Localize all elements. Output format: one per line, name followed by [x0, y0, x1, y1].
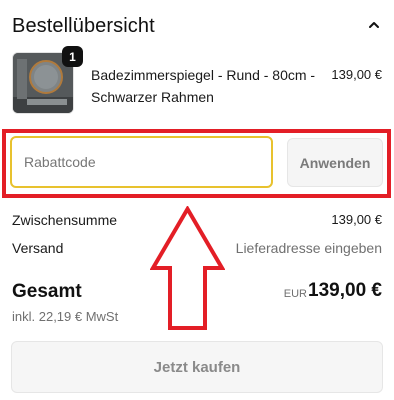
shipping-value: Lieferadresse eingeben — [235, 240, 382, 256]
quantity-badge: 1 — [62, 46, 83, 67]
shipping-label: Versand — [12, 240, 64, 256]
subtotal-label: Zwischensumme — [12, 212, 118, 228]
total-value: 139,00 € — [308, 280, 382, 301]
product-name: Badezimmerspiegel - Rund - 80cm - Schwar… — [91, 67, 316, 105]
apply-discount-button[interactable]: Anwenden — [287, 138, 383, 187]
page-title: Bestellübersicht — [12, 15, 155, 37]
subtotal-value: 139,00 € — [331, 212, 382, 227]
discount-code-input[interactable] — [10, 136, 273, 188]
product-price: 139,00 € — [331, 67, 382, 82]
buy-now-button[interactable]: Jetzt kaufen — [11, 341, 383, 393]
total-label: Gesamt — [12, 281, 82, 302]
subtotal-row: Zwischensumme 139,00 € — [12, 212, 382, 232]
product-line-item: 1 Badezimmerspiegel - Rund - 80cm - Schw… — [12, 46, 382, 116]
shipping-row: Versand Lieferadresse eingeben — [12, 240, 382, 260]
chevron-up-icon[interactable] — [366, 17, 382, 33]
currency-code: EUR — [283, 288, 307, 300]
tax-note: inkl. 22,19 € MwSt — [12, 309, 119, 324]
order-summary-header[interactable]: Bestellübersicht — [12, 15, 382, 41]
